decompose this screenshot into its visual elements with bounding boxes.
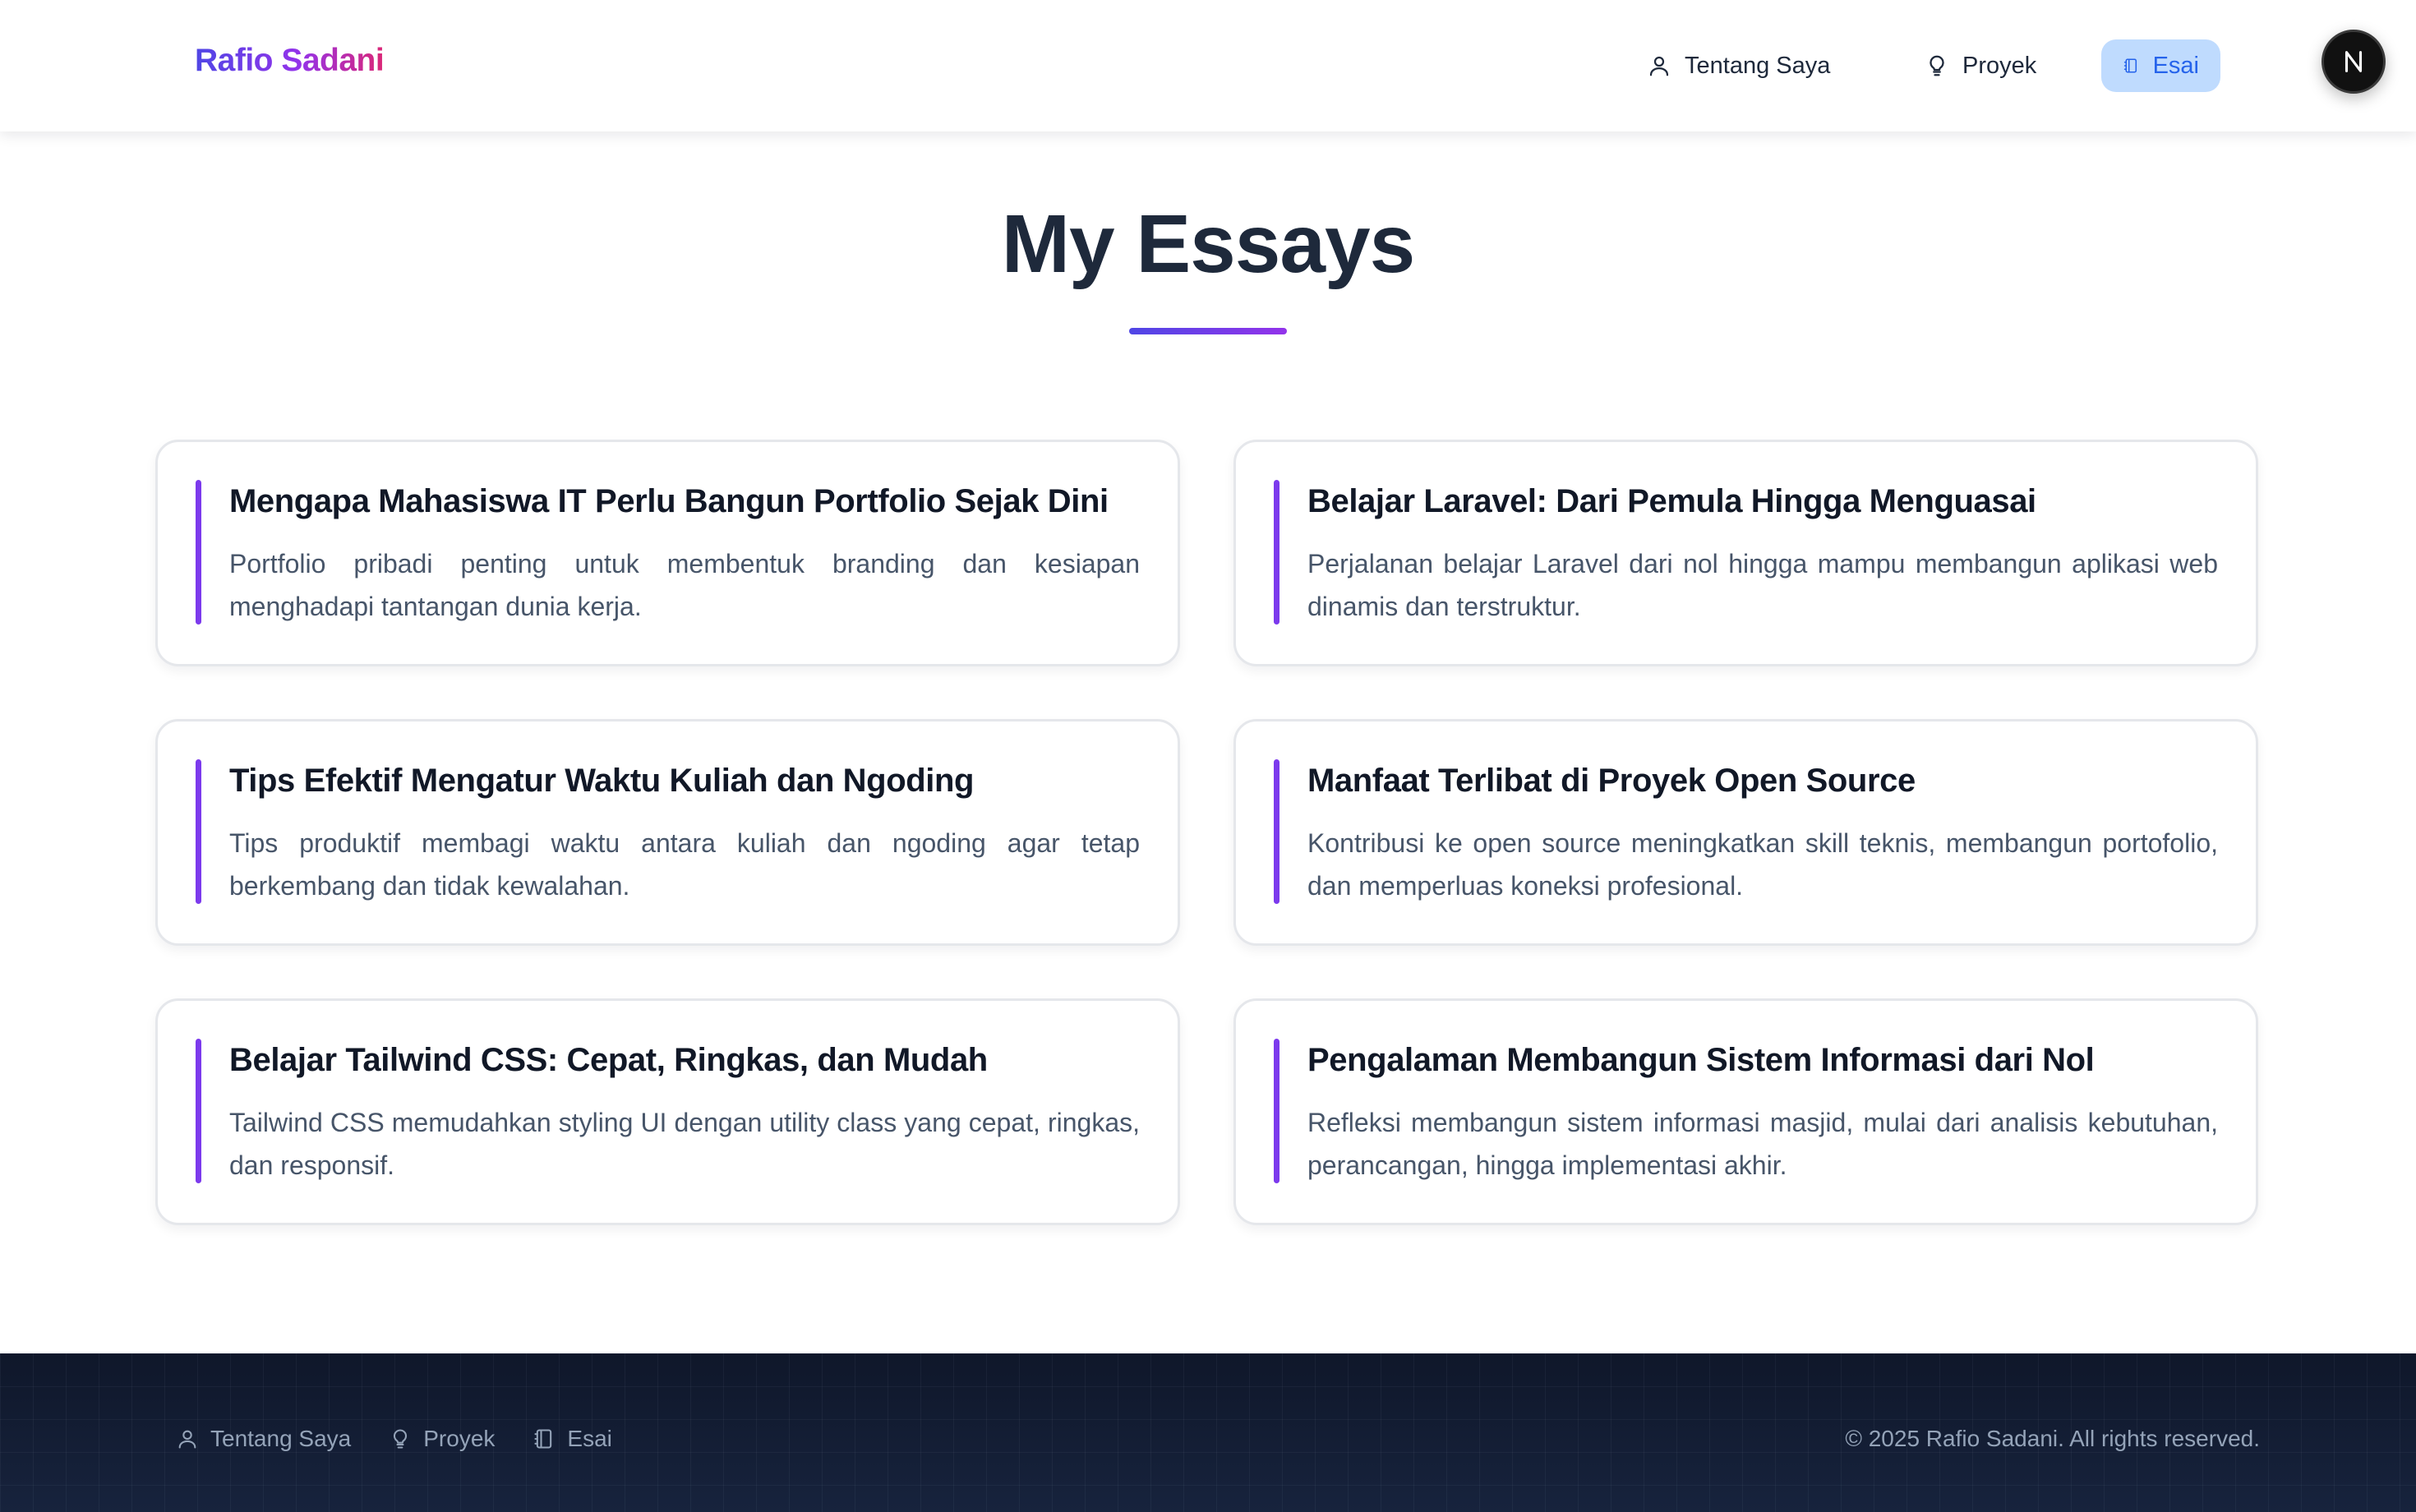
essay-card[interactable]: Belajar Tailwind CSS: Cepat, Ringkas, da… bbox=[155, 998, 1180, 1225]
nav-item-label: Tentang Saya bbox=[1685, 52, 1831, 79]
footer-link-proyek[interactable]: Proyek bbox=[389, 1426, 495, 1452]
nav-item-label: Esai bbox=[2152, 52, 2199, 79]
copyright-text: © 2025 Rafio Sadani. All rights reserved… bbox=[1845, 1426, 2260, 1451]
user-icon bbox=[1649, 56, 1669, 76]
nav-item-tentang-saya[interactable]: Tentang Saya bbox=[1625, 39, 1851, 92]
lightbulb-icon bbox=[394, 1429, 408, 1449]
essay-card[interactable]: Mengapa Mahasiswa IT Perlu Bangun Portfo… bbox=[155, 440, 1180, 666]
card-accent-bar bbox=[1274, 759, 1279, 904]
letter-n-logo-icon bbox=[2345, 51, 2363, 72]
notebook-icon bbox=[534, 1429, 552, 1449]
essay-description: Tips produktif membagi waktu antara kuli… bbox=[229, 828, 1140, 901]
main-nav: Tentang Saya Proyek Esai bbox=[0, 39, 2416, 92]
footer-nav: Tentang Saya Proyek Esai bbox=[176, 1426, 612, 1452]
essay-description: Kontribusi ke open source meningkatkan s… bbox=[1307, 828, 2218, 901]
card-accent-bar bbox=[196, 759, 201, 904]
footer-link-label: Tentang Saya bbox=[210, 1426, 352, 1451]
essay-title: Mengapa Mahasiswa IT Perlu Bangun Portfo… bbox=[229, 483, 1109, 519]
essay-card[interactable]: Pengalaman Membangun Sistem Informasi da… bbox=[1233, 998, 2258, 1225]
essay-card[interactable]: Tips Efektif Mengatur Waktu Kuliah dan N… bbox=[155, 719, 1180, 946]
footer-link-tentang-saya[interactable]: Tentang Saya bbox=[176, 1426, 351, 1452]
footer-link-label: Esai bbox=[567, 1426, 612, 1451]
essay-description: Refleksi membangun sistem informasi masj… bbox=[1307, 1108, 2218, 1180]
essay-description: Perjalanan belajar Laravel dari nol hing… bbox=[1307, 549, 2218, 621]
essay-title: Tips Efektif Mengatur Waktu Kuliah dan N… bbox=[229, 763, 975, 799]
essay-card[interactable]: Belajar Laravel: Dari Pemula Hingga Meng… bbox=[1233, 440, 2258, 666]
card-accent-bar bbox=[196, 1039, 201, 1183]
avatar[interactable] bbox=[2321, 30, 2386, 94]
essay-description: Tailwind CSS memudahkan styling UI denga… bbox=[229, 1108, 1140, 1180]
card-accent-bar bbox=[1274, 1039, 1279, 1183]
essay-description: Portfolio pribadi penting untuk membentu… bbox=[229, 549, 1140, 621]
essay-title: Pengalaman Membangun Sistem Informasi da… bbox=[1307, 1042, 2095, 1078]
essay-card[interactable]: Manfaat Terlibat di Proyek Open Source K… bbox=[1233, 719, 2258, 946]
card-accent-bar bbox=[1274, 480, 1279, 625]
site-footer: Tentang Saya Proyek Esai © 2025 Rafio Sa… bbox=[0, 1353, 2416, 1512]
essay-title: Belajar Tailwind CSS: Cepat, Ringkas, da… bbox=[229, 1042, 988, 1078]
essay-title: Manfaat Terlibat di Proyek Open Source bbox=[1307, 763, 1916, 799]
nav-item-label: Proyek bbox=[1962, 52, 2037, 79]
card-accent-bar bbox=[196, 480, 201, 625]
nav-item-esai[interactable]: Esai bbox=[2101, 39, 2220, 92]
title-underline bbox=[1129, 328, 1287, 334]
lightbulb-icon bbox=[1930, 55, 1944, 76]
user-icon bbox=[178, 1430, 196, 1449]
site-header: Rafio Sadani Tentang Saya Proyek Esai bbox=[0, 0, 2416, 131]
essay-title: Belajar Laravel: Dari Pemula Hingga Meng… bbox=[1307, 483, 2036, 519]
footer-link-esai[interactable]: Esai bbox=[533, 1426, 612, 1452]
footer-link-label: Proyek bbox=[423, 1426, 496, 1451]
page-title: My Essays bbox=[1001, 198, 1415, 290]
notebook-icon bbox=[2123, 58, 2137, 73]
nav-item-proyek[interactable]: Proyek bbox=[1903, 39, 2058, 92]
